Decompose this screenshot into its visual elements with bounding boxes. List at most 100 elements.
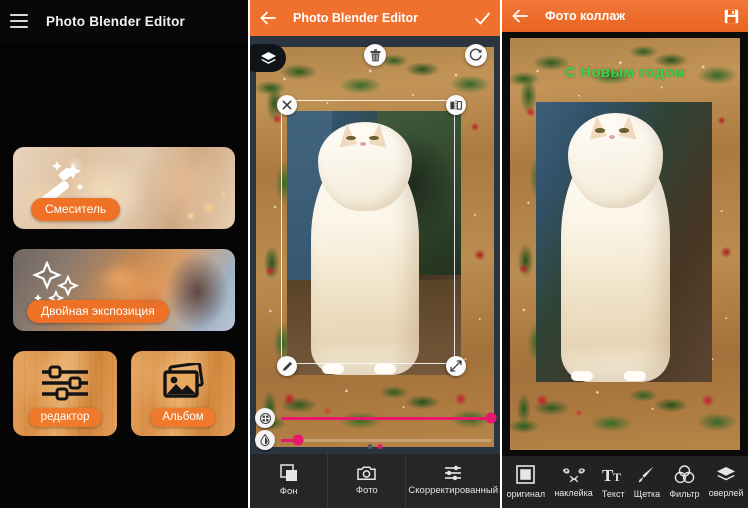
card-double-exposure-label[interactable]: Двойная экспозиция: [27, 300, 169, 323]
original-square-icon: [516, 465, 536, 484]
panel1-app-bar: Photo Blender Editor: [0, 0, 248, 42]
cat-nose: [609, 135, 616, 140]
camera-icon: [357, 466, 377, 480]
close-x-icon[interactable]: [277, 95, 297, 115]
card-editor-label[interactable]: редактор: [28, 408, 102, 427]
edit-pencil-icon[interactable]: [277, 356, 297, 376]
panel2-tab-bar: Фон Фото Скорректированный: [250, 454, 500, 508]
opacity-drop-glyph-icon: [260, 434, 270, 446]
grid-glyph-icon: [259, 412, 271, 424]
christmas-frame-background: С Новым годом: [510, 38, 740, 450]
screenshot-root: Photo Blender Editor Смеситель Двойная э…: [0, 0, 750, 508]
panel1-card-list: Смеситель Двойная экспозиция редактор Ал…: [13, 147, 235, 436]
layers-icon[interactable]: [250, 44, 286, 72]
page-indicator-dots: [367, 444, 383, 449]
rotate-icon: [469, 48, 482, 61]
panel-home-screen: Photo Blender Editor Смеситель Двойная э…: [0, 0, 248, 508]
card-album-label[interactable]: Альбом: [150, 408, 216, 427]
cat-ear-left: [335, 122, 358, 148]
tab-original[interactable]: оригинал: [502, 465, 550, 499]
layers-glyph-icon: [260, 51, 276, 64]
cat-paw-right: [374, 364, 396, 374]
flip-horizontal-icon[interactable]: [446, 95, 466, 115]
tab-original-label: оригинал: [506, 489, 546, 499]
tab-brush[interactable]: Щетка: [629, 465, 665, 499]
tab-background-label: Фон: [279, 486, 298, 498]
cat-ear-left: [584, 114, 607, 140]
grid-slider[interactable]: [255, 408, 497, 428]
card-blender[interactable]: Смеситель: [13, 147, 235, 229]
resize-glyph-icon: [450, 360, 462, 372]
tab-text[interactable]: T T Текст: [597, 466, 629, 499]
page-dot-1[interactable]: [367, 444, 373, 449]
tab-filter-label: Фильтр: [669, 489, 700, 499]
card-blender-label[interactable]: Смеситель: [31, 198, 121, 221]
grid-icon[interactable]: [255, 408, 275, 428]
card-double-exposure[interactable]: Двойная экспозиция: [13, 249, 235, 331]
sliders-icon: [42, 365, 88, 401]
card-editor[interactable]: редактор: [13, 351, 117, 436]
panel-blender-editor: Photo Blender Editor Фон Фото Скорректир…: [248, 0, 502, 508]
panel2-title: Photo Blender Editor: [293, 11, 418, 25]
tab-sticker-label: наклейка: [554, 487, 593, 498]
flip-horizontal-glyph-icon: [450, 99, 462, 111]
background-square-icon: [279, 464, 297, 482]
resize-icon[interactable]: [446, 356, 466, 376]
cat-eye-right: [618, 128, 629, 133]
panel3-app-bar: Фото коллаж: [502, 0, 748, 32]
tab-text-label: Текст: [601, 488, 625, 499]
brush-icon: [639, 466, 655, 483]
hamburger-menu-icon[interactable]: [10, 14, 28, 28]
sparkles-icon: [32, 261, 80, 307]
tab-photo-label: Фото: [355, 485, 378, 497]
filter-circles-icon: [674, 465, 695, 484]
grid-slider-fill: [281, 416, 491, 420]
panel2-canvas[interactable]: [250, 36, 500, 454]
magic-wand-icon: [39, 161, 84, 206]
cat-paw-right: [624, 371, 646, 381]
tab-photo[interactable]: Фото: [328, 454, 407, 508]
page-dot-2[interactable]: [377, 444, 383, 449]
check-icon[interactable]: [474, 11, 491, 26]
cat-paw-left: [571, 371, 594, 381]
arrow-back-icon[interactable]: [259, 10, 277, 26]
tab-adjusted-label: Скорректированный: [408, 485, 499, 497]
cat-ear-right: [618, 114, 641, 140]
cat-eye-left: [595, 128, 606, 133]
sticker-icon: [562, 467, 585, 482]
photo-stack-icon: [163, 363, 204, 398]
tab-overlay[interactable]: оверлей: [704, 466, 748, 498]
panel1-title: Photo Blender Editor: [46, 13, 185, 29]
opacity-drop-icon[interactable]: [255, 430, 275, 450]
grid-slider-knob[interactable]: [485, 412, 497, 424]
cat-photo-layer[interactable]: [536, 102, 712, 382]
arrow-back-icon[interactable]: [511, 8, 529, 24]
delete-layer-button[interactable]: [364, 44, 386, 66]
edit-pencil-glyph-icon: [282, 361, 292, 371]
trash-icon: [370, 48, 380, 61]
panel-photo-collage: Фото коллаж С Новым годом оригинал накле…: [502, 0, 748, 508]
grid-slider-track[interactable]: [281, 412, 497, 424]
tab-filter[interactable]: Фильтр: [665, 465, 704, 499]
adjust-sliders-icon: [445, 465, 462, 481]
panel3-canvas[interactable]: С Новым годом: [502, 32, 748, 456]
close-x-glyph-icon: [282, 100, 292, 110]
tab-background[interactable]: Фон: [250, 454, 329, 508]
tab-overlay-label: оверлей: [708, 488, 744, 498]
tab-brush-label: Щетка: [633, 489, 661, 499]
svg-text:T: T: [613, 470, 621, 484]
overlay-text[interactable]: С Новым годом: [565, 64, 686, 81]
rotate-layer-button[interactable]: [465, 44, 487, 66]
panel3-title: Фото коллаж: [545, 9, 626, 23]
tab-adjusted[interactable]: Скорректированный: [406, 454, 500, 508]
save-disk-icon[interactable]: [724, 9, 739, 24]
panel2-app-bar: Photo Blender Editor: [250, 0, 500, 36]
cat-photo-layer[interactable]: [287, 111, 461, 375]
cat-head: [567, 113, 663, 209]
card-album[interactable]: Альбом: [131, 351, 235, 436]
opacity-slider-track[interactable]: [281, 434, 491, 446]
tab-sticker[interactable]: наклейка: [550, 467, 598, 498]
opacity-slider-knob[interactable]: [292, 434, 304, 446]
panel1-small-card-row: редактор Альбом: [13, 351, 235, 436]
cat-nose: [359, 142, 366, 147]
